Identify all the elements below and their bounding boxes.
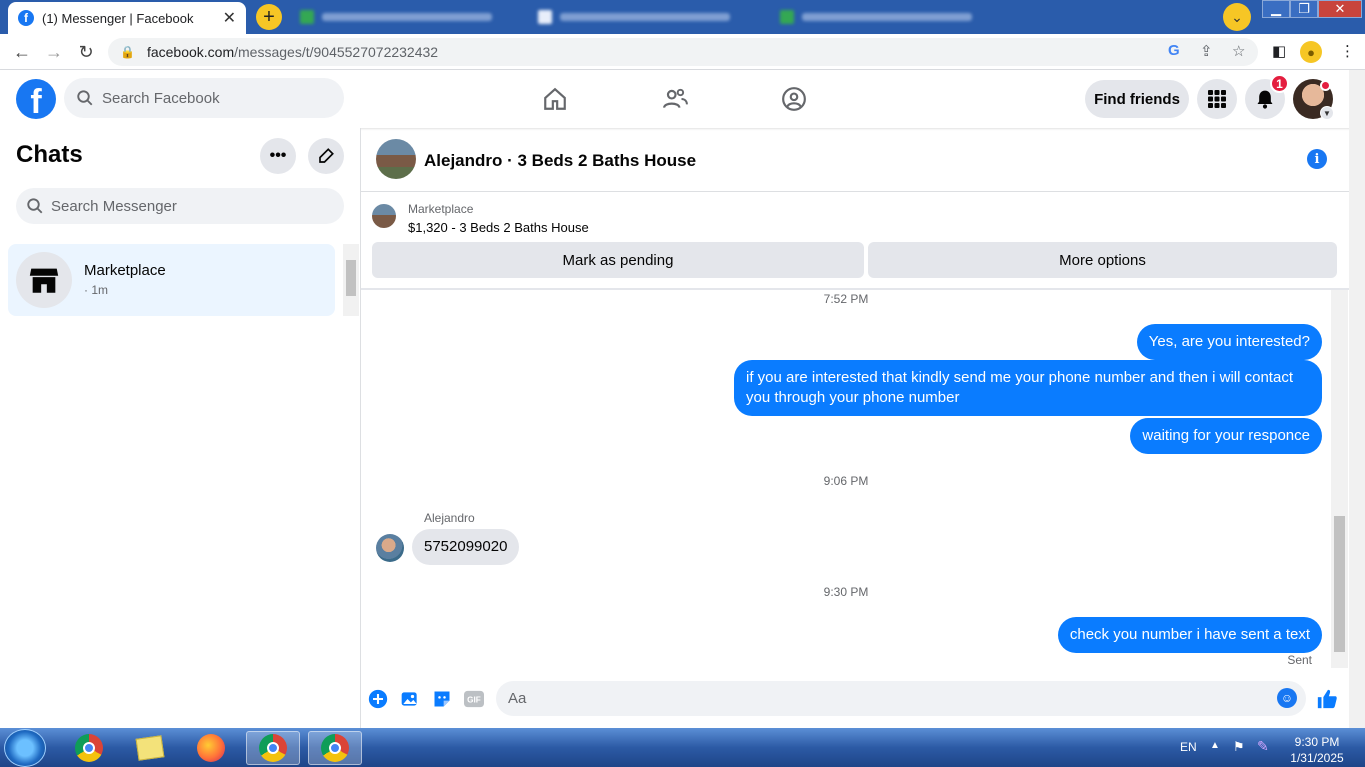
- close-tab-icon[interactable]: ✕: [223, 8, 236, 28]
- facebook-favicon-icon: f: [18, 10, 34, 26]
- bookmark-star-icon[interactable]: ☆: [1232, 42, 1245, 60]
- facebook-logo-icon[interactable]: f: [16, 79, 56, 119]
- new-tab-button[interactable]: +: [256, 4, 282, 30]
- sidebar-scrollbar[interactable]: [343, 244, 359, 316]
- tab-search-chevron-icon[interactable]: ⌄: [1223, 3, 1251, 31]
- browser-menu-icon[interactable]: ⋮: [1340, 42, 1355, 60]
- facebook-search-placeholder: Search Facebook: [102, 89, 220, 107]
- message-timestamp: 9:30 PM: [823, 585, 869, 599]
- clock-time: 9:30 PM: [1294, 735, 1340, 749]
- url-path: /messages/t/9045527072232432: [234, 44, 439, 60]
- messenger-search-input[interactable]: Search Messenger: [16, 188, 344, 224]
- search-icon: [77, 90, 93, 106]
- messenger-search-placeholder: Search Messenger: [51, 197, 177, 215]
- maximize-window-icon[interactable]: ❐: [1290, 0, 1318, 18]
- minimize-window-icon[interactable]: ▁: [1262, 0, 1290, 18]
- sticker-icon[interactable]: [431, 688, 453, 710]
- home-icon[interactable]: [540, 84, 570, 114]
- url-host: facebook.com: [146, 44, 235, 60]
- lock-icon: 🔒: [120, 45, 135, 59]
- menu-grid-icon[interactable]: [1197, 79, 1237, 119]
- marketplace-label: Marketplace: [408, 202, 474, 216]
- forward-icon[interactable]: →: [44, 42, 64, 62]
- message-input-placeholder: Aa: [508, 690, 527, 707]
- back-icon[interactable]: ←: [12, 42, 32, 62]
- messages-scrollbar[interactable]: [1331, 290, 1348, 668]
- chrome-taskbar-icon[interactable]: [62, 731, 116, 765]
- mark-as-pending-button[interactable]: Mark as pending: [372, 242, 864, 278]
- emoji-icon[interactable]: ☺: [1277, 688, 1297, 708]
- side-panel-icon[interactable]: ◧: [1272, 42, 1286, 60]
- share-icon[interactable]: ⇪: [1200, 42, 1213, 60]
- tray-expand-icon[interactable]: ▲: [1210, 740, 1220, 751]
- facebook-search-input[interactable]: Search Facebook: [64, 78, 344, 118]
- chats-title: Chats: [16, 141, 83, 168]
- groups-icon[interactable]: [779, 84, 809, 114]
- notification-badge: 1: [1270, 74, 1289, 93]
- message-sent-status: Sent: [1287, 653, 1312, 667]
- outgoing-message[interactable]: waiting for your responce: [1130, 418, 1322, 454]
- language-indicator[interactable]: EN: [1180, 740, 1197, 754]
- listing-title[interactable]: $1,320 - 3 Beds 2 Baths House: [408, 220, 589, 235]
- search-icon: [27, 198, 43, 214]
- page-scrollbar[interactable]: [1349, 70, 1365, 728]
- pen-tool-icon[interactable]: ✎: [1257, 738, 1269, 755]
- more-options-button[interactable]: More options: [868, 242, 1337, 278]
- chat-name: Marketplace: [84, 262, 166, 279]
- outgoing-message[interactable]: if you are interested that kindly send m…: [734, 360, 1322, 416]
- photo-icon[interactable]: [399, 688, 421, 710]
- gif-icon[interactable]: GIF: [463, 688, 485, 710]
- browser-profile-icon[interactable]: ●: [1300, 41, 1322, 63]
- chrome-window-taskbar-icon[interactable]: [308, 731, 362, 765]
- sender-name: Alejandro: [424, 511, 475, 525]
- address-bar[interactable]: 🔒 facebook.com/messages/t/90455270722324…: [108, 38, 1258, 66]
- svg-text:GIF: GIF: [467, 696, 481, 705]
- divider: [361, 288, 1349, 290]
- listing-thumbnail[interactable]: [372, 204, 396, 228]
- background-tab[interactable]: [530, 6, 766, 28]
- account-alert-dot: [1320, 80, 1331, 91]
- clock-date: 1/31/2025: [1290, 751, 1344, 765]
- message-input[interactable]: Aa: [496, 681, 1306, 716]
- chevron-down-icon[interactable]: ▼: [1320, 106, 1334, 120]
- message-timestamp: 7:52 PM: [823, 292, 869, 306]
- compose-icon: [319, 148, 334, 163]
- incoming-message[interactable]: 5752099020: [412, 529, 520, 565]
- start-button-icon[interactable]: [4, 729, 46, 767]
- action-center-flag-icon[interactable]: ⚑: [1233, 739, 1245, 755]
- sticky-notes-icon[interactable]: [123, 731, 177, 765]
- background-tab[interactable]: [292, 6, 524, 28]
- message-timestamp: 9:06 PM: [823, 474, 869, 488]
- close-window-icon[interactable]: ✕: [1318, 0, 1362, 18]
- system-clock[interactable]: 9:30 PM 1/31/2025: [1286, 734, 1348, 766]
- active-tab[interactable]: f (1) Messenger | Facebook ✕: [8, 2, 246, 34]
- google-icon[interactable]: G: [1168, 42, 1180, 59]
- reload-icon[interactable]: ↻: [76, 42, 96, 62]
- outgoing-message[interactable]: Yes, are you interested?: [1136, 324, 1322, 360]
- chrome-window-taskbar-icon[interactable]: [246, 731, 300, 765]
- new-message-button[interactable]: [308, 138, 344, 174]
- firefox-taskbar-icon[interactable]: [184, 731, 238, 765]
- background-tab[interactable]: [772, 6, 1004, 28]
- marketplace-store-icon: [16, 252, 72, 308]
- outgoing-message[interactable]: check you number i have sent a text: [1057, 617, 1322, 653]
- like-thumb-icon[interactable]: [1316, 688, 1338, 710]
- chat-time: · 1m: [84, 283, 108, 297]
- info-icon[interactable]: i: [1307, 149, 1327, 169]
- conversation-avatar[interactable]: [376, 139, 416, 179]
- sender-avatar[interactable]: [376, 534, 404, 562]
- active-tab-title: (1) Messenger | Facebook: [42, 10, 194, 26]
- find-friends-button[interactable]: Find friends: [1085, 80, 1189, 118]
- conversation-title[interactable]: Alejandro · 3 Beds 2 Baths House: [424, 151, 696, 171]
- chats-options-button[interactable]: •••: [260, 138, 296, 174]
- friends-icon[interactable]: [660, 84, 690, 114]
- add-more-icon[interactable]: [367, 688, 389, 710]
